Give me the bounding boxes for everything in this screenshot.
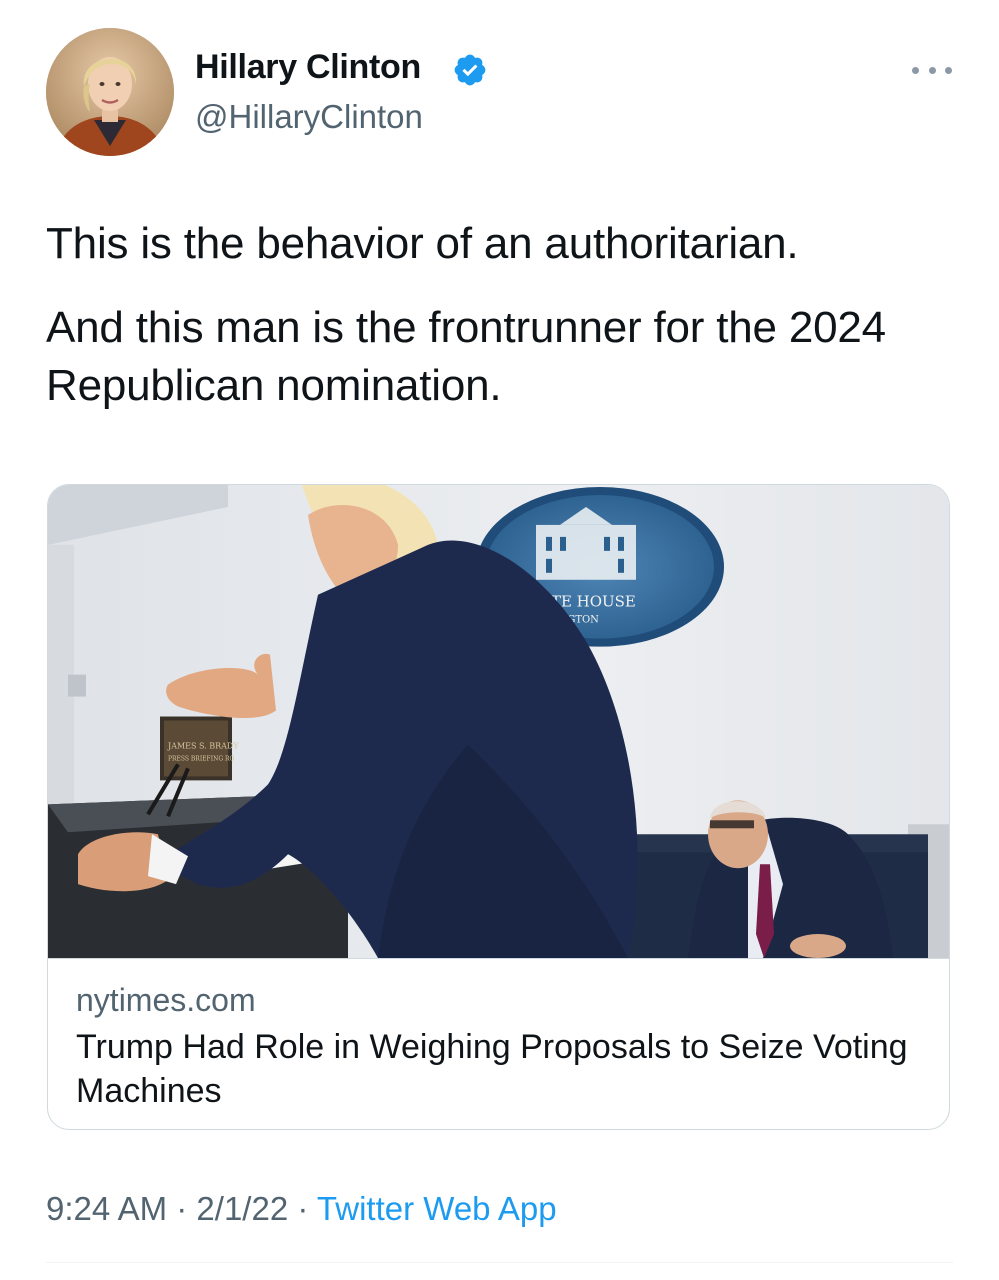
plaque-text: PRESS BRIEFING RO bbox=[168, 755, 235, 762]
tweet-time[interactable]: 9:24 AM bbox=[46, 1190, 167, 1227]
tweet-paragraph: And this man is the frontrunner for the … bbox=[46, 303, 886, 410]
tweet-source-link[interactable]: Twitter Web App bbox=[317, 1190, 557, 1227]
author-name[interactable]: Hillary Clinton bbox=[195, 48, 421, 87]
avatar[interactable] bbox=[46, 28, 174, 156]
meta-separator: · bbox=[176, 1190, 188, 1227]
tweet-date[interactable]: 2/1/22 bbox=[196, 1190, 288, 1227]
tweet-paragraph: This is the behavior of an authoritarian… bbox=[46, 219, 799, 268]
tweet-text: This is the behavior of an authoritarian… bbox=[46, 215, 956, 415]
more-dot bbox=[945, 66, 952, 74]
author-handle[interactable]: @HillaryClinton bbox=[195, 98, 423, 136]
plaque-text: JAMES S. BRADY bbox=[167, 741, 239, 750]
link-card[interactable]: HITE HOUSE HINGTON JAMES S. BRADY PRESS … bbox=[47, 484, 950, 1130]
more-dot bbox=[928, 66, 936, 74]
divider bbox=[46, 1262, 953, 1263]
meta-separator: · bbox=[297, 1190, 309, 1227]
card-image[interactable]: HITE HOUSE HINGTON JAMES S. BRADY PRESS … bbox=[48, 485, 950, 959]
card-title[interactable]: Trump Had Role in Weighing Proposals to … bbox=[76, 1025, 926, 1113]
more-dot bbox=[912, 66, 919, 74]
verified-badge-icon bbox=[454, 54, 486, 86]
tweet-meta: 9:24 AM · 2/1/22 · Twitter Web App bbox=[46, 1190, 557, 1228]
more-options-icon[interactable] bbox=[912, 58, 952, 82]
card-domain[interactable]: nytimes.com bbox=[76, 982, 256, 1019]
